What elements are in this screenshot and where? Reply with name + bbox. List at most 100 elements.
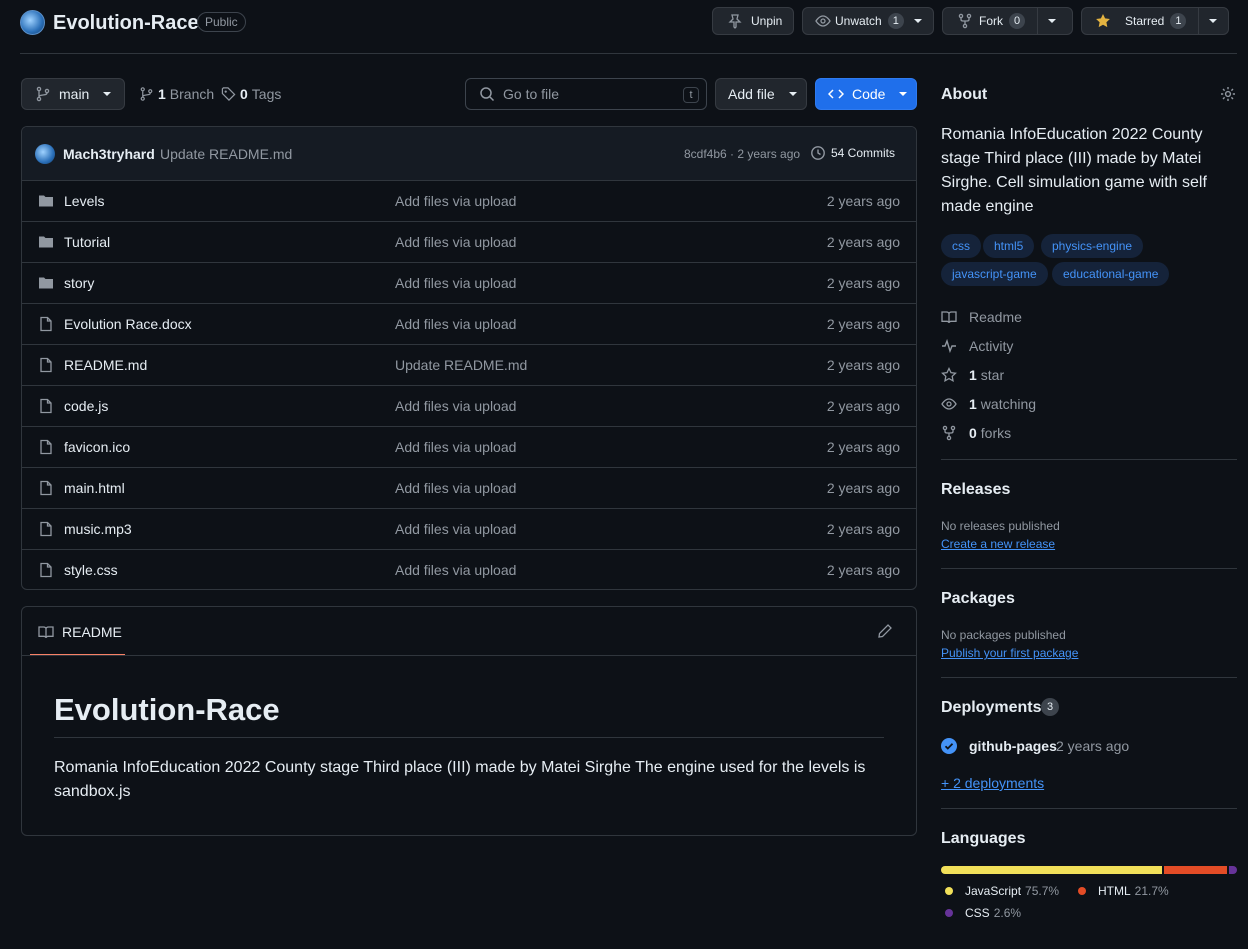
- language-name: JavaScript: [965, 884, 1022, 898]
- gear-icon[interactable]: [1220, 86, 1236, 102]
- file-commit-message[interactable]: Add files via upload: [395, 398, 516, 414]
- language-dot: [945, 887, 953, 895]
- check-circle-icon: [941, 738, 957, 754]
- file-name[interactable]: README.md: [64, 357, 147, 373]
- starred-button[interactable]: Starred 1: [1081, 7, 1229, 35]
- forks-label: forks: [980, 425, 1012, 441]
- commit-hash-time[interactable]: 8cdf4b6 · 2 years ago: [684, 147, 800, 161]
- file-commit-message[interactable]: Add files via upload: [395, 193, 516, 209]
- file-row[interactable]: code.js Add files via upload 2 years ago: [22, 385, 916, 426]
- pencil-icon[interactable]: [877, 623, 893, 639]
- language-item[interactable]: HTML 21.7%: [1078, 884, 1169, 898]
- chevron-down-icon[interactable]: [1048, 19, 1057, 23]
- commits-link[interactable]: 54 Commits: [810, 145, 895, 161]
- branches-link[interactable]: 1 Branch: [139, 86, 214, 102]
- file-name[interactable]: Tutorial: [64, 234, 110, 250]
- file-name[interactable]: story: [64, 275, 94, 291]
- readme-tab[interactable]: README: [30, 620, 125, 656]
- file-name[interactable]: favicon.ico: [64, 439, 130, 455]
- chevron-down-icon: [103, 92, 112, 96]
- packages-heading[interactable]: Packages: [941, 590, 1015, 608]
- commit-avatar[interactable]: [35, 144, 55, 164]
- unwatch-button[interactable]: Unwatch 1: [802, 7, 934, 35]
- code-button[interactable]: Code: [815, 78, 917, 110]
- watching-link[interactable]: 1 watching: [941, 396, 1036, 412]
- packages-empty: No packages published: [941, 628, 1066, 642]
- file-icon: [40, 439, 52, 455]
- repo-name[interactable]: Evolution-Race: [53, 12, 199, 35]
- file-row[interactable]: Tutorial Add files via upload 2 years ago: [22, 221, 916, 262]
- file-row[interactable]: Evolution Race.docx Add files via upload 2…: [22, 303, 916, 344]
- chevron-down-icon: [788, 92, 797, 96]
- forks-link[interactable]: 0 forks: [941, 425, 1011, 441]
- language-item[interactable]: JavaScript 75.7%: [945, 884, 1059, 898]
- file-row[interactable]: README.md Update README.md 2 years ago: [22, 344, 916, 385]
- fork-count: 0: [1009, 13, 1026, 29]
- tags-label: Tags: [251, 86, 282, 102]
- file-row[interactable]: favicon.ico Add files via upload 2 years a…: [22, 426, 916, 467]
- unpin-label: Unpin: [751, 14, 783, 28]
- tags-link[interactable]: 0 Tags: [221, 86, 281, 102]
- create-release-link[interactable]: Create a new release: [941, 537, 1055, 551]
- releases-heading[interactable]: Releases: [941, 481, 1010, 499]
- deployments-heading[interactable]: Deployments: [941, 699, 1041, 717]
- file-commit-message[interactable]: Add files via upload: [395, 275, 516, 291]
- deployment-env[interactable]: github-pages: [969, 738, 1057, 754]
- code-icon: [828, 89, 844, 99]
- star-filled-icon: [1096, 14, 1110, 28]
- topic-educational-game[interactable]: educational-game: [1052, 262, 1170, 286]
- branch-name: main: [59, 86, 90, 102]
- file-name[interactable]: music.mp3: [64, 521, 132, 537]
- file-name[interactable]: Levels: [64, 193, 104, 209]
- repo-avatar[interactable]: [20, 10, 45, 35]
- more-deployments-link[interactable]: + 2 deployments: [941, 775, 1044, 791]
- file-commit-message[interactable]: Update README.md: [395, 357, 527, 373]
- topic-css[interactable]: css: [941, 234, 981, 258]
- chevron-down-icon[interactable]: [1209, 19, 1218, 23]
- folder-icon-wrap: [38, 275, 54, 294]
- language-item[interactable]: CSS 2.6%: [945, 906, 1021, 920]
- file-icon-wrap: [38, 316, 54, 335]
- topic-physics-engine[interactable]: physics-engine: [1041, 234, 1144, 258]
- file-name[interactable]: main.html: [64, 480, 125, 496]
- topic-html5[interactable]: html5: [983, 234, 1035, 258]
- publish-package-link[interactable]: Publish your first package: [941, 646, 1078, 660]
- branch-select[interactable]: main: [21, 78, 125, 110]
- topic-javascript-game[interactable]: javascript-game: [941, 262, 1048, 286]
- commit-author[interactable]: Mach3tryhard: [63, 146, 155, 162]
- file-row[interactable]: Levels Add files via upload 2 years ago: [22, 180, 916, 221]
- language-bar-segment: [1164, 866, 1228, 874]
- file-commit-message[interactable]: Add files via upload: [395, 439, 516, 455]
- file-row[interactable]: music.mp3 Add files via upload 2 years ago: [22, 508, 916, 549]
- file-name[interactable]: style.css: [64, 562, 118, 578]
- book-icon: [38, 626, 54, 639]
- file-commit-message[interactable]: Add files via upload: [395, 521, 516, 537]
- activity-link[interactable]: Activity: [941, 338, 1013, 354]
- file-name[interactable]: Evolution Race.docx: [64, 316, 192, 332]
- commit-message[interactable]: Update README.md: [160, 146, 292, 162]
- go-to-file-input[interactable]: Go to file t: [465, 78, 707, 110]
- unpin-button[interactable]: Unpin: [712, 7, 794, 35]
- language-dot: [945, 909, 953, 917]
- file-commit-message[interactable]: Add files via upload: [395, 234, 516, 250]
- chevron-down-icon: [899, 92, 908, 96]
- file-name[interactable]: code.js: [64, 398, 108, 414]
- stars-link[interactable]: 1 star: [941, 367, 1004, 383]
- branches-label: Branch: [169, 86, 215, 102]
- chevron-down-icon[interactable]: [913, 19, 922, 23]
- readme-link[interactable]: Readme: [941, 309, 1022, 325]
- file-commit-message[interactable]: Add files via upload: [395, 562, 516, 578]
- add-file-button[interactable]: Add file: [715, 78, 807, 110]
- file-row[interactable]: story Add files via upload 2 years ago: [22, 262, 916, 303]
- file-icon-wrap: [38, 357, 54, 376]
- file-row[interactable]: main.html Add files via upload 2 years ago: [22, 467, 916, 508]
- file-commit-message[interactable]: Add files via upload: [395, 480, 516, 496]
- fork-button[interactable]: Fork 0: [942, 7, 1073, 35]
- file-time: 2 years ago: [826, 316, 900, 332]
- branches-count: 1: [158, 86, 166, 102]
- file-commit-message[interactable]: Add files via upload: [395, 316, 516, 332]
- deployment-time: 2 years ago: [1056, 738, 1130, 754]
- file-row[interactable]: style.css Add files via upload 2 years ago: [22, 549, 916, 590]
- file-time: 2 years ago: [826, 398, 900, 414]
- divider: [941, 459, 1237, 460]
